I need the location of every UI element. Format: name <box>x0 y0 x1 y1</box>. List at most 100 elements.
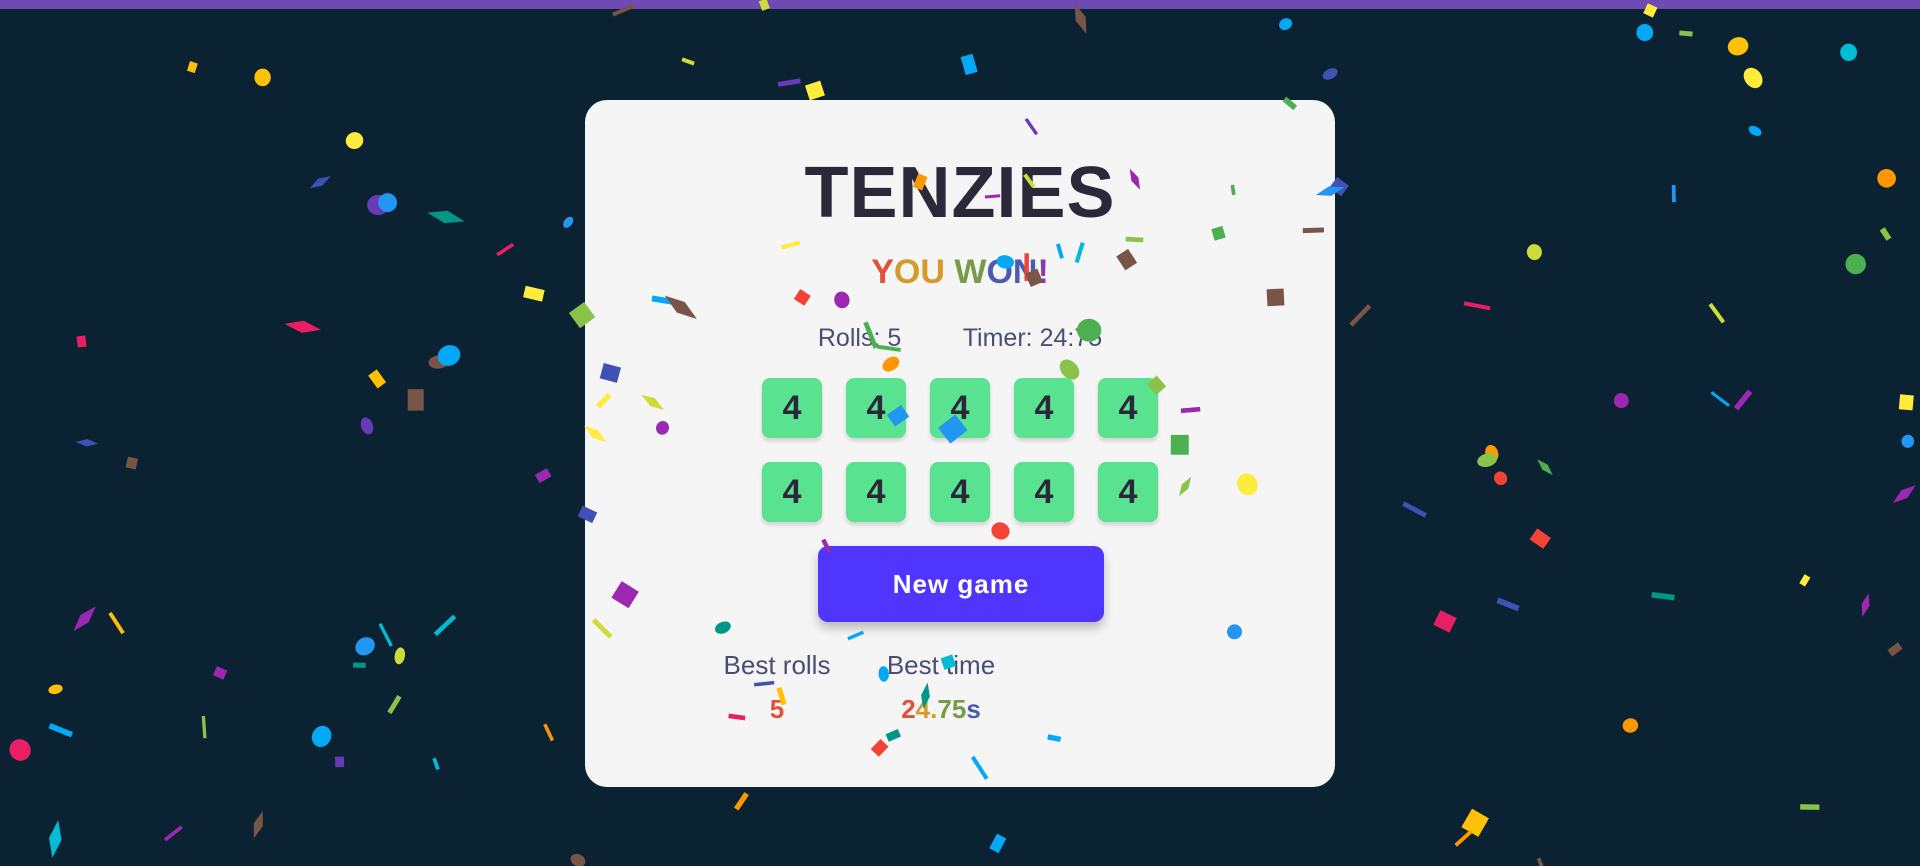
win-letter: Y <box>871 253 894 291</box>
confetti-piece <box>334 756 345 768</box>
die[interactable]: 4 <box>1098 378 1158 438</box>
win-letter: ! <box>1037 253 1049 291</box>
confetti-piece <box>1679 30 1693 37</box>
die[interactable]: 4 <box>1098 462 1158 522</box>
timer-value: 24:75 <box>1039 324 1103 352</box>
confetti-piece <box>1892 485 1916 504</box>
confetti-piece <box>804 80 825 101</box>
rolls-label: Rolls: <box>817 324 881 352</box>
win-letter: O <box>893 253 921 291</box>
dice-grid: 4 4 4 4 4 4 4 4 4 4 <box>762 378 1160 522</box>
confetti-piece <box>48 684 63 695</box>
confetti-piece <box>1671 184 1676 203</box>
confetti-piece <box>1322 68 1338 80</box>
die[interactable]: 4 <box>846 462 906 522</box>
confetti-piece <box>76 335 87 348</box>
confetti-piece <box>378 193 398 213</box>
confetti-piece <box>523 285 545 302</box>
confetti-piece <box>284 320 322 333</box>
die[interactable]: 4 <box>762 378 822 438</box>
confetti-piece <box>960 53 978 76</box>
confetti-piece <box>1877 169 1896 188</box>
confetti-piece <box>543 723 555 742</box>
confetti-piece <box>1485 444 1499 462</box>
confetti-piece <box>1733 389 1753 411</box>
die[interactable]: 4 <box>846 378 906 438</box>
best-time-label: Best time <box>886 650 996 680</box>
confetti-piece <box>1840 43 1858 61</box>
die[interactable]: 4 <box>762 462 822 522</box>
confetti-piece <box>1537 459 1553 476</box>
confetti-piece <box>1477 453 1498 468</box>
confetti-piece <box>1536 857 1545 866</box>
win-letter: U <box>920 253 945 291</box>
confetti-piece <box>1879 227 1892 241</box>
confetti-piece <box>1526 244 1542 261</box>
confetti-piece <box>378 622 393 647</box>
confetti-piece <box>1622 718 1639 733</box>
confetti-piece <box>1743 67 1763 89</box>
confetti-piece <box>1636 23 1654 42</box>
confetti-piece <box>1898 394 1914 411</box>
confetti-piece <box>1651 592 1675 601</box>
confetti-piece <box>75 439 99 447</box>
top-accent-bar <box>0 0 1920 9</box>
confetti-piece <box>125 456 138 470</box>
confetti-piece <box>345 132 364 150</box>
confetti-piece <box>394 647 406 665</box>
confetti-piece <box>1845 253 1867 275</box>
confetti-piece <box>355 637 375 656</box>
confetti-piece <box>1887 642 1903 657</box>
confetti-piece <box>253 811 263 839</box>
confetti-piece <box>681 57 695 66</box>
confetti-piece <box>201 715 207 739</box>
confetti-piece <box>186 61 198 74</box>
confetti-piece <box>254 68 271 87</box>
confetti-piece <box>407 389 424 411</box>
confetti-piece <box>989 833 1007 854</box>
confetti-piece <box>428 355 450 369</box>
confetti-piece <box>1800 804 1820 810</box>
confetti-piece <box>1279 18 1293 31</box>
die[interactable]: 4 <box>1014 378 1074 438</box>
win-letter <box>945 250 954 294</box>
confetti-piece <box>49 820 62 858</box>
confetti-piece <box>108 611 125 635</box>
confetti-piece <box>1463 301 1491 311</box>
game-card: TENZIES YOU WON! Rolls: 5 Timer: 24:75 4… <box>585 100 1335 787</box>
confetti-piece <box>352 662 366 669</box>
die[interactable]: 4 <box>930 378 990 438</box>
confetti-piece <box>360 417 374 435</box>
confetti-piece <box>1529 528 1551 549</box>
win-letter: N <box>1012 253 1038 291</box>
confetti-piece <box>309 175 331 189</box>
confetti-piece <box>1861 593 1870 617</box>
confetti-piece <box>9 739 31 761</box>
win-letter: O <box>986 253 1013 291</box>
confetti-piece <box>1433 610 1457 633</box>
timer-label: Timer: <box>962 324 1033 352</box>
confetti-piece <box>734 792 749 811</box>
confetti-piece <box>1799 574 1811 587</box>
confetti-piece <box>777 78 801 87</box>
confetti-piece <box>1727 37 1749 56</box>
win-message: YOU WON! <box>585 250 1335 294</box>
best-time-value: 24.75s <box>901 694 981 724</box>
confetti-piece <box>563 216 574 228</box>
confetti-piece <box>1748 125 1762 136</box>
confetti-piece <box>213 666 228 680</box>
confetti-piece <box>48 723 74 738</box>
confetti-piece <box>496 242 515 257</box>
confetti-piece <box>1349 304 1372 327</box>
rolls-count: 5 <box>887 324 902 352</box>
die[interactable]: 4 <box>930 462 990 522</box>
confetti-piece <box>534 468 552 484</box>
new-game-button[interactable]: New game <box>818 546 1104 622</box>
confetti-piece <box>73 606 96 632</box>
confetti-piece <box>570 853 586 866</box>
confetti-piece <box>367 194 390 216</box>
confetti-piece <box>1454 830 1473 847</box>
die[interactable]: 4 <box>1014 462 1074 522</box>
confetti-piece <box>1710 391 1730 407</box>
confetti-piece <box>427 210 465 224</box>
